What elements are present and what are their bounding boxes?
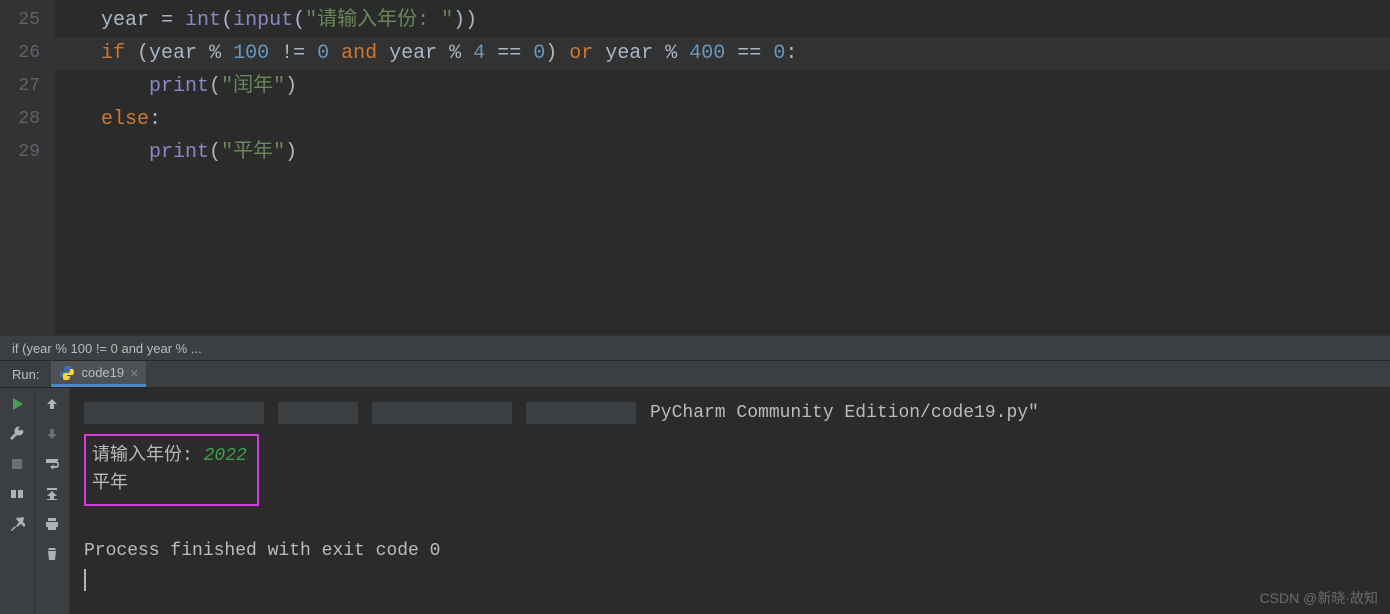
trash-icon[interactable] [44,546,60,562]
console-command-line: PyCharm Community Edition/code19.py" [84,398,1376,428]
console-toolbar-primary [0,388,35,614]
console-toolbar-secondary [35,388,70,614]
code-line[interactable]: year = int(input("请输入年份: ")) [65,4,1390,37]
pin-icon[interactable] [9,516,25,532]
run-tab-bar: Run: code19 × [0,360,1390,388]
line-number: 29 [0,136,55,169]
soft-wrap-icon[interactable] [44,456,60,472]
line-number: 25 [0,4,55,37]
console-result: 平年 [92,474,128,494]
up-arrow-icon[interactable] [44,396,60,412]
line-number-gutter: 25 26 27 28 29 [0,0,55,335]
console-exit-message: Process finished with exit code 0 [84,541,440,561]
watermark: CSDN @新晓·故知 [1260,588,1378,608]
editor-area: 25 26 27 28 29 year = int(input("请输入年份: … [0,0,1390,335]
console-panel: PyCharm Community Edition/code19.py" 请输入… [0,388,1390,614]
stop-icon[interactable] [9,456,25,472]
run-tab-name: code19 [81,365,124,380]
code-line-current[interactable]: if (year % 100 != 0 and year % 4 == 0) o… [55,37,1390,70]
console-output[interactable]: PyCharm Community Edition/code19.py" 请输入… [70,388,1390,614]
breadcrumb[interactable]: if (year % 100 != 0 and year % ... [0,335,1390,360]
down-arrow-icon[interactable] [44,426,60,442]
console-cursor [84,569,86,591]
print-icon[interactable] [44,516,60,532]
python-icon [59,365,75,381]
rerun-icon[interactable] [9,396,25,412]
console-user-input: 2022 [204,446,247,466]
scroll-to-end-icon[interactable] [44,486,60,502]
close-icon[interactable]: × [130,365,138,381]
wrench-icon[interactable] [9,426,25,442]
code-line[interactable]: print("平年") [65,136,1390,169]
highlighted-output-box: 请输入年份: 2022 平年 [84,434,259,506]
line-number: 27 [0,70,55,103]
run-tab[interactable]: code19 × [51,361,146,387]
code-line[interactable]: print("闰年") [65,70,1390,103]
run-label: Run: [0,367,51,382]
console-path-visible: PyCharm Community Edition/code19.py" [650,403,1039,423]
breadcrumb-text: if (year % 100 != 0 and year % ... [12,341,202,356]
console-prompt: 请输入年份: [92,446,204,466]
code-content[interactable]: year = int(input("请输入年份: ")) if (year % … [55,0,1390,335]
layout-icon[interactable] [9,486,25,502]
code-line[interactable]: else: [65,103,1390,136]
line-number: 28 [0,103,55,136]
line-number: 26 [0,37,55,70]
